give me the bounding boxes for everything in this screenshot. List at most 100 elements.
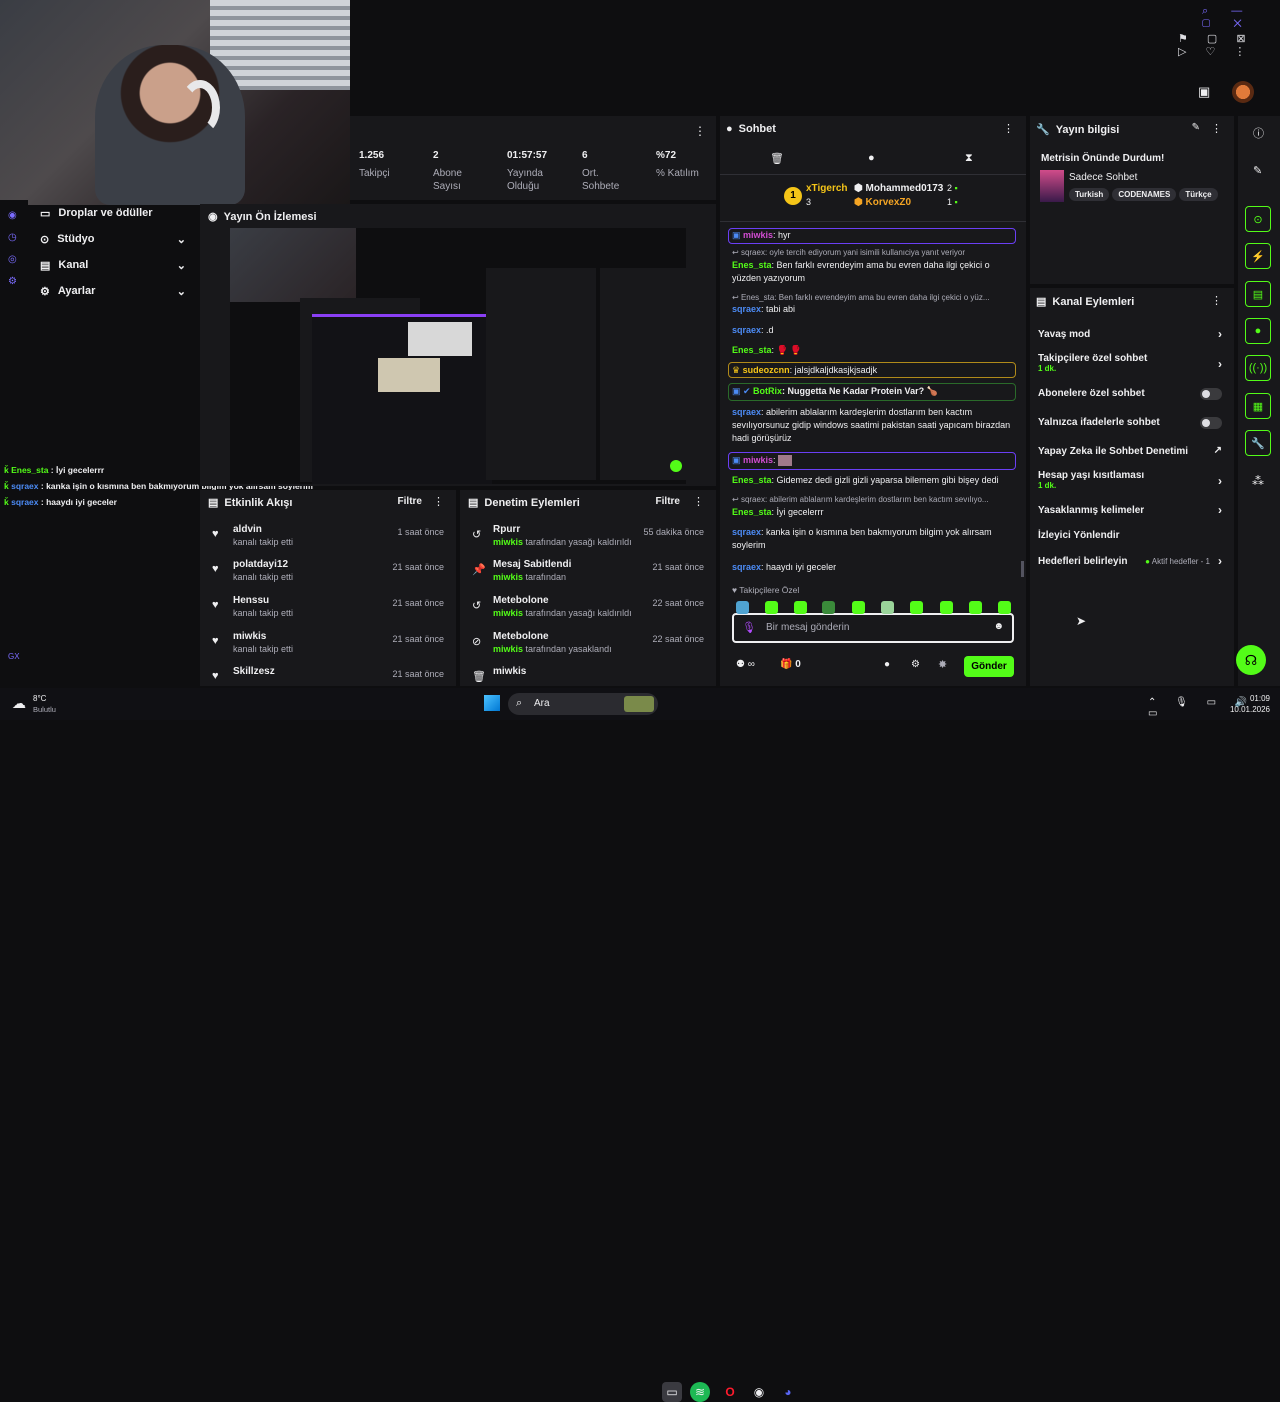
layout-icon[interactable]: ▦ <box>1245 393 1271 419</box>
emote-icon[interactable] <box>998 601 1011 614</box>
chat-input[interactable]: 🎙 Bir mesaj gönderin ☻ <box>732 613 1014 643</box>
chat-message[interactable]: sqraex: abilerim ablalarım kardeşlerim d… <box>732 406 1012 445</box>
document-icon[interactable]: ▤ <box>1245 281 1271 307</box>
studio-icon[interactable]: ▣ <box>1198 84 1210 100</box>
chat-message[interactable]: ▣ miwkis: <box>732 454 1012 467</box>
list-item[interactable]: ↺ Metebolone miwkis tarafından yasağı kald… <box>460 595 716 630</box>
points-icon[interactable]: ⚉ ∞ <box>736 659 755 670</box>
list-item[interactable]: ⊘ Metebolone miwkis tarafından yasaklandı 2… <box>460 631 716 666</box>
obs-icon[interactable]: ◉ <box>749 1382 769 1402</box>
emoji-icon[interactable]: ☻ <box>993 621 1004 632</box>
leader-name[interactable]: ⬢ KorvexZ0 <box>854 197 911 208</box>
emote-icon[interactable] <box>794 601 807 614</box>
list-item[interactable]: ↺ Rpurr miwkis tarafından yasağı kaldırıld… <box>460 524 716 559</box>
chat-message[interactable]: Enes_sta: Ben farklı evrendeyim ama bu e… <box>732 259 1012 285</box>
emote-icon[interactable] <box>765 601 778 614</box>
chat-menu-icon[interactable]: ⋮ <box>1003 122 1014 135</box>
avatar[interactable] <box>1232 81 1254 103</box>
leader-name[interactable]: ⬢ Mohammed0173 <box>854 183 943 194</box>
chat-message[interactable]: sqraex: tabi abi <box>732 303 1012 316</box>
preview-video[interactable] <box>230 228 686 484</box>
tag[interactable]: CODENAMES <box>1112 188 1177 201</box>
gift-count[interactable]: 🎁 0 <box>780 659 801 670</box>
sidebar-item-drops[interactable]: ▭ Droplar ve ödüller <box>30 200 198 226</box>
list-item[interactable]: ♥ Skillzesz 21 saat önce <box>200 666 456 686</box>
chat-message[interactable]: sqraex: kanka işin o kısmına ben bakmıyo… <box>732 526 1012 552</box>
tag[interactable]: Turkish <box>1069 188 1110 201</box>
emote-icon[interactable] <box>940 601 953 614</box>
chat-message[interactable]: Enes_sta: İyi gecelerrr <box>732 506 1012 519</box>
send-button[interactable]: Gönder <box>964 656 1014 677</box>
ai-moderation-row[interactable]: Yapay Zeka ile Sohbet Denetimi ↗ <box>1038 445 1222 457</box>
list-item[interactable]: ♥ polatdayi12 kanalı takip etti 21 saat önc… <box>200 559 456 594</box>
broadcast-icon[interactable]: ((·)) <box>1245 355 1271 381</box>
lightning-icon[interactable]: ⚡ <box>1245 243 1271 269</box>
sidebar-item-channel[interactable]: ▤ Kanal ⌄ <box>30 252 198 278</box>
chat-message[interactable]: sqraex: .d <box>732 324 1012 337</box>
account-age-row[interactable]: Hesap yaşı kısıtlaması 1 dk. › <box>1038 470 1222 490</box>
list-item[interactable]: 📌 Mesaj Sabitlendi miwkis tarafından 21 saa… <box>460 559 716 594</box>
category-name[interactable]: Sadece Sohbet <box>1069 172 1137 183</box>
activity-filter-button[interactable]: Filtre <box>398 496 422 507</box>
leader-name[interactable]: xTigerch <box>806 183 848 194</box>
trash-icon[interactable]: 🗑 <box>770 152 784 165</box>
subscribers-only-toggle[interactable] <box>1200 388 1222 400</box>
emote-icon[interactable] <box>881 601 894 614</box>
chat-bubble-icon[interactable]: ● <box>1245 318 1271 344</box>
list-item[interactable]: ♥ aldvin kanalı takip etti 1 saat önce <box>200 524 456 559</box>
camera-icon[interactable]: ⊙ <box>1245 206 1271 232</box>
badge-settings-icon[interactable]: ✸ <box>938 658 947 671</box>
info-icon[interactable]: ⓘ <box>1253 125 1264 141</box>
chat-message[interactable]: ▣ ✔ BotRix: Nuggetta Ne Kadar Protein Va… <box>732 385 1012 398</box>
list-item[interactable]: ♥ Henssu kanalı takip etti 21 saat önce <box>200 595 456 630</box>
goals-row[interactable]: Hedefleri belirleyin ● Aktif hedefler - 1… <box>1038 554 1222 568</box>
discord-icon[interactable]: ◕ <box>778 1382 798 1402</box>
weather-icon[interactable]: ☁ <box>12 695 26 712</box>
chat-message[interactable]: Enes_sta: Gidemez dedi gizli gizli yapar… <box>732 474 1012 487</box>
chat-message[interactable]: sqraex: haaydı iyi geceler <box>732 561 1012 574</box>
stream-info-menu-icon[interactable]: ⋮ <box>1211 122 1222 135</box>
nodes-icon[interactable]: ⁂ <box>1252 474 1264 488</box>
emote-icon[interactable] <box>910 601 923 614</box>
moderation-menu-icon[interactable]: ⋮ <box>693 495 704 508</box>
stats-menu-icon[interactable]: ⋮ <box>694 124 706 138</box>
emotes-only-row[interactable]: Yalnızca ifadelerle sohbet <box>1038 417 1222 429</box>
emotes-only-toggle[interactable] <box>1200 417 1222 429</box>
slow-mode-row[interactable]: Yavaş mod › <box>1038 327 1222 341</box>
pencil-icon[interactable]: ✎ <box>1192 122 1200 133</box>
channel-actions-menu-icon[interactable]: ⋮ <box>1211 294 1222 307</box>
file-explorer-icon[interactable]: ▭ <box>662 1382 682 1402</box>
chat-bubble-icon[interactable]: ● <box>884 659 890 670</box>
spotify-icon[interactable]: ≋ <box>690 1382 710 1402</box>
mic-icon[interactable]: 🎙 <box>742 621 756 634</box>
tag[interactable]: Türkçe <box>1179 188 1218 201</box>
hourglass-icon[interactable]: ⧗ <box>965 152 973 165</box>
chat-message[interactable]: Enes_sta: 🥊 🥊 <box>732 344 1012 357</box>
banned-words-row[interactable]: Yasaklanmış kelimeler › <box>1038 503 1222 517</box>
speech-icon[interactable]: ● <box>868 152 875 164</box>
sidebar-item-settings[interactable]: ⚙ Ayarlar ⌄ <box>30 278 198 304</box>
activity-menu-icon[interactable]: ⋮ <box>433 495 444 508</box>
wrench-icon[interactable]: 🔧 <box>1245 430 1271 456</box>
subscribers-only-row[interactable]: Abonelere özel sohbet <box>1038 388 1222 400</box>
chat-scrollbar[interactable] <box>1021 561 1024 577</box>
followers-only-row[interactable]: Takipçilere özel sohbet 1 dk. › <box>1038 353 1222 373</box>
chat-message[interactable]: ▣ miwkis: hyr <box>732 229 1012 242</box>
opera-gx-icon[interactable]: O <box>720 1382 740 1402</box>
category-thumbnail[interactable] <box>1040 170 1064 202</box>
sidebar-item-studio[interactable]: ⊙ Stüdyo ⌄ <box>30 226 198 252</box>
gear-icon[interactable]: ⚙ <box>911 659 920 670</box>
list-item[interactable]: 🗑 miwkis <box>460 666 716 686</box>
emote-icon[interactable] <box>852 601 865 614</box>
chat-message[interactable]: ♛ sudeozcnn: jalsjdkaljdkasjkjsadjk <box>732 364 1012 377</box>
support-button[interactable]: ☊ <box>1236 645 1266 675</box>
moderation-filter-button[interactable]: Filtre <box>656 496 680 507</box>
emote-icon[interactable] <box>822 601 835 614</box>
pencil-icon[interactable]: ✎ <box>1253 164 1262 177</box>
search-box[interactable]: ⌕ Ara <box>508 693 658 715</box>
emote-icon[interactable] <box>736 601 749 614</box>
emote-icon[interactable] <box>969 601 982 614</box>
list-item[interactable]: ♥ miwkis kanalı takip etti 21 saat önce <box>200 631 456 666</box>
raid-row[interactable]: İzleyici Yönlendir <box>1038 530 1222 541</box>
windows-start-icon[interactable] <box>484 695 500 711</box>
